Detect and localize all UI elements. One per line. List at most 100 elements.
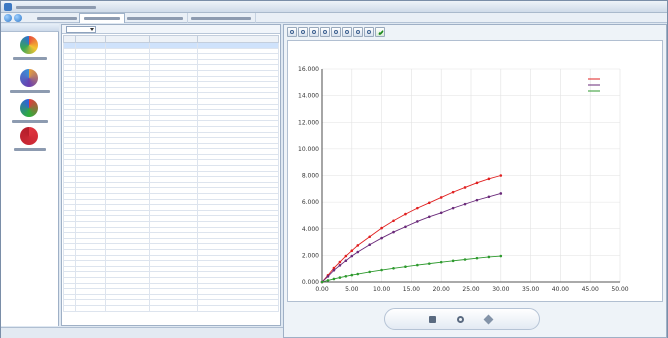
y-tick-label: 10.000 bbox=[298, 146, 319, 153]
x-tick-label: 45.00 bbox=[582, 286, 599, 293]
tab-4[interactable] bbox=[187, 13, 256, 23]
data-point bbox=[368, 235, 371, 239]
x-tick-label: 35.00 bbox=[522, 286, 539, 293]
x-tick-label: 25.00 bbox=[462, 286, 479, 293]
chart-toolbar bbox=[287, 27, 385, 37]
data-point bbox=[499, 254, 503, 258]
ribbon-tabs bbox=[1, 13, 667, 23]
data-point bbox=[356, 244, 360, 247]
x-tick-label: 0.00 bbox=[315, 286, 329, 293]
zoom-out-icon[interactable] bbox=[320, 27, 330, 37]
export-icon[interactable] bbox=[483, 314, 494, 325]
data-point bbox=[392, 230, 395, 234]
title-bar bbox=[1, 1, 667, 13]
line-chart: 0.000 2.000 4.000 6.000 8.000 10.000 12.000 14.… bbox=[298, 66, 629, 293]
sidebar-item-4[interactable] bbox=[1, 127, 59, 155]
window-title bbox=[16, 2, 106, 12]
data-point bbox=[416, 220, 419, 223]
refresh-icon[interactable] bbox=[457, 316, 464, 323]
open-icon[interactable] bbox=[287, 27, 297, 37]
settings-icon[interactable] bbox=[353, 27, 363, 37]
print-icon[interactable] bbox=[342, 27, 352, 37]
data-table-panel bbox=[61, 24, 281, 326]
confirm-icon[interactable] bbox=[375, 27, 385, 37]
light-icon[interactable] bbox=[364, 27, 374, 37]
x-tick-label: 15.00 bbox=[403, 286, 420, 293]
data-point bbox=[338, 260, 342, 264]
tab-1[interactable] bbox=[33, 13, 82, 23]
sidebar-item-3[interactable] bbox=[1, 99, 59, 127]
chart-panel: 0.000 2.000 4.000 6.000 8.000 10.000 12.000 14.… bbox=[283, 24, 667, 338]
data-point bbox=[463, 202, 467, 206]
sidebar-header bbox=[1, 24, 59, 32]
x-tick-label: 50.00 bbox=[611, 286, 628, 293]
sidebar-item-label bbox=[5, 88, 55, 95]
y-tick-label: 16.000 bbox=[298, 66, 319, 73]
data-point bbox=[338, 264, 342, 267]
table-row[interactable] bbox=[63, 304, 279, 312]
app-window: 0.000 2.000 4.000 6.000 8.000 10.000 12.000 14.… bbox=[0, 0, 668, 338]
data-point bbox=[326, 279, 330, 282]
data-point bbox=[439, 260, 443, 264]
data-point bbox=[392, 219, 395, 223]
sidebar bbox=[1, 24, 59, 326]
sidebar-item-1[interactable] bbox=[1, 36, 59, 64]
data-point bbox=[356, 272, 360, 276]
data-point bbox=[463, 186, 467, 189]
red-flower-icon bbox=[20, 127, 38, 145]
quick-access-icon[interactable] bbox=[4, 14, 12, 22]
y-tick-label: 14.000 bbox=[298, 93, 319, 100]
data-point bbox=[320, 280, 324, 284]
x-tick-label: 10.00 bbox=[373, 286, 390, 293]
chevron-down-icon bbox=[90, 28, 94, 31]
tab-2[interactable] bbox=[79, 13, 125, 23]
data-point bbox=[427, 262, 431, 265]
data-point bbox=[439, 196, 443, 199]
data-point bbox=[439, 211, 443, 215]
data-point bbox=[404, 265, 407, 268]
stop-icon[interactable] bbox=[429, 316, 436, 323]
y-tick-label: 4.000 bbox=[302, 226, 319, 233]
zoom-in-icon[interactable] bbox=[309, 27, 319, 37]
data-point bbox=[350, 249, 354, 253]
data-point bbox=[356, 250, 360, 254]
data-point bbox=[475, 256, 479, 260]
y-tick-label: 0.000 bbox=[302, 279, 319, 286]
table-header bbox=[63, 35, 279, 43]
data-point bbox=[392, 266, 395, 270]
data-point bbox=[332, 268, 336, 272]
x-tick-label: 20.00 bbox=[433, 286, 450, 293]
quick-access-icon[interactable] bbox=[14, 14, 22, 22]
data-point bbox=[404, 212, 407, 216]
data-point bbox=[368, 243, 371, 247]
data-point bbox=[344, 274, 348, 278]
data-point bbox=[344, 259, 348, 262]
sidebar-item-label bbox=[5, 55, 55, 62]
data-point bbox=[416, 206, 419, 210]
data-point bbox=[350, 273, 354, 277]
y-tick-label: 8.000 bbox=[302, 173, 319, 180]
data-point bbox=[332, 277, 336, 281]
data-point bbox=[344, 254, 348, 258]
data-point bbox=[475, 181, 479, 185]
tab-3[interactable] bbox=[123, 13, 188, 23]
data-point bbox=[350, 254, 354, 258]
data-point bbox=[427, 215, 431, 219]
x-tick-label: 5.00 bbox=[345, 286, 359, 293]
data-point bbox=[416, 263, 419, 267]
data-point bbox=[463, 258, 467, 261]
data-point bbox=[487, 195, 491, 199]
table-toolbar bbox=[62, 25, 280, 34]
data-point bbox=[475, 198, 479, 202]
molecule-icon bbox=[20, 69, 38, 87]
y-tick-label: 12.000 bbox=[298, 119, 319, 126]
data-point bbox=[451, 206, 455, 210]
copy-icon[interactable] bbox=[331, 27, 341, 37]
y-tick-label: 6.000 bbox=[302, 199, 319, 206]
unit-select[interactable] bbox=[66, 26, 96, 33]
sidebar-item-2[interactable] bbox=[1, 69, 59, 97]
data-point bbox=[380, 236, 383, 240]
save-icon[interactable] bbox=[298, 27, 308, 37]
rgb-circles-icon bbox=[20, 99, 38, 117]
data-point bbox=[427, 201, 431, 205]
